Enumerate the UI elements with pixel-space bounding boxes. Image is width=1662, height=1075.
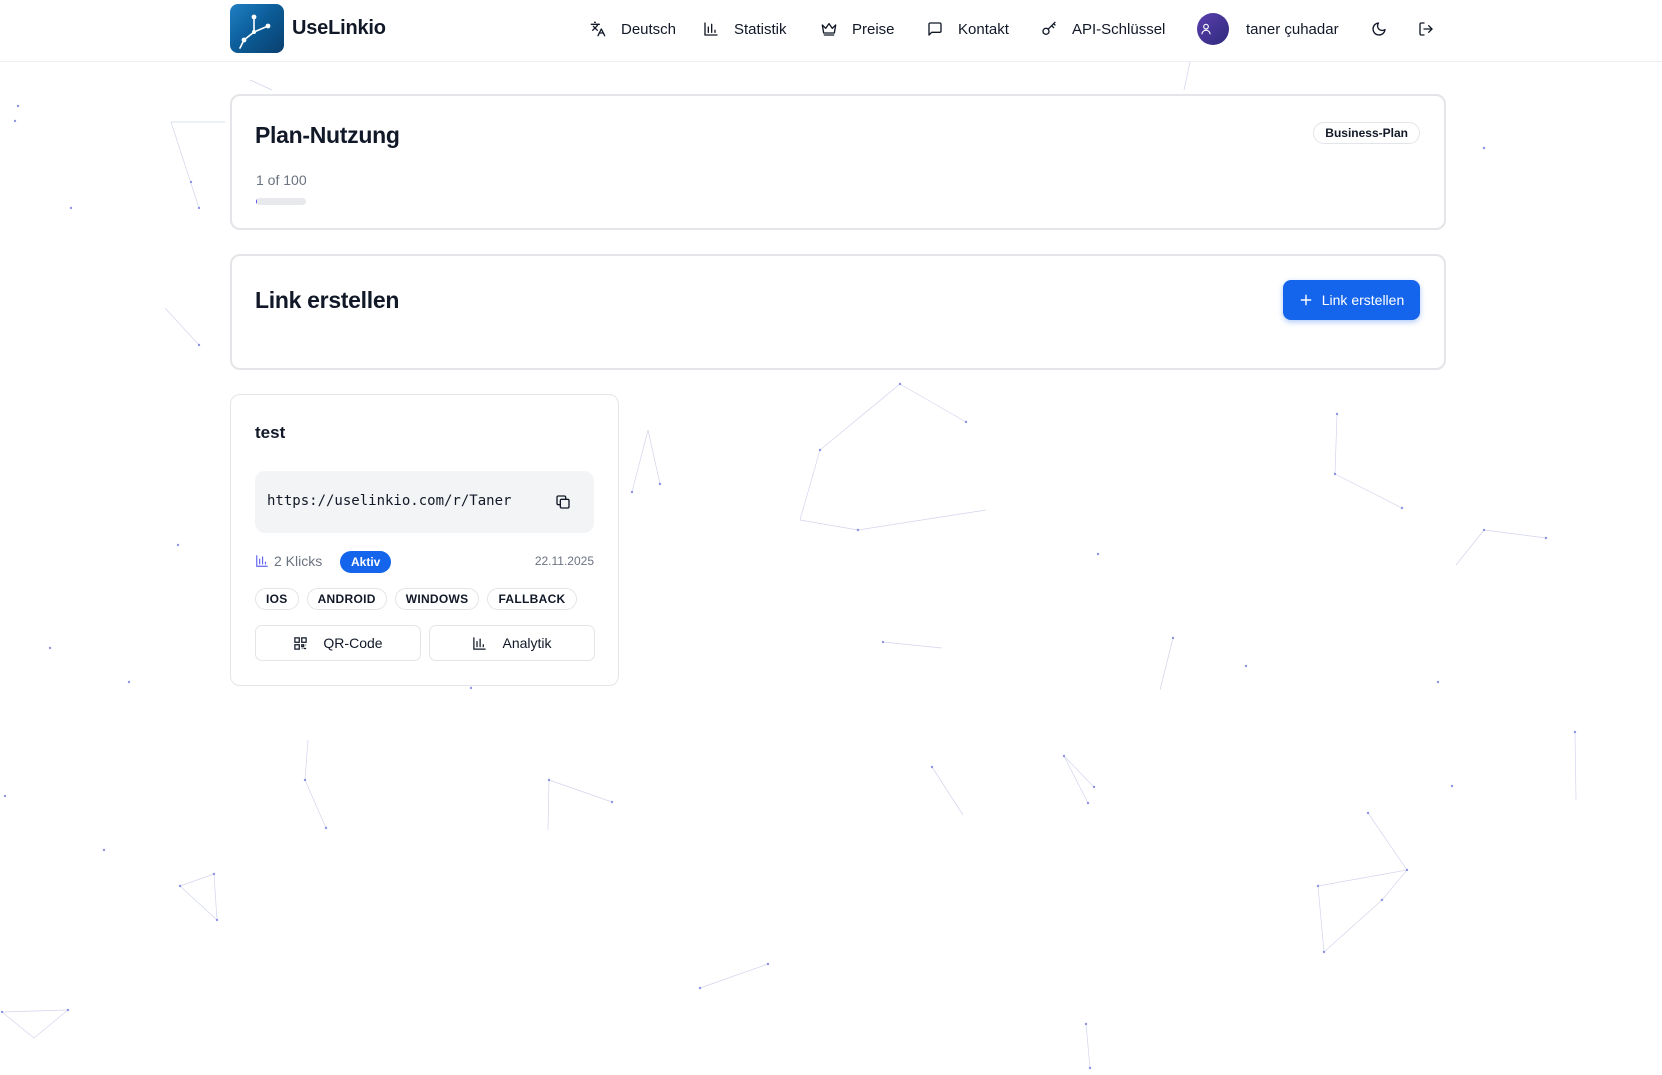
qr-code-button[interactable]: QR-Code [255,625,421,661]
usage-progress-fill [256,198,257,205]
link-meta-row: 2 Klicks Aktiv 22.11.2025 [255,550,594,574]
platform-tag-fallback: FALLBACK [487,588,577,610]
copy-icon [556,495,570,509]
analytics-button-label: Analytik [502,635,552,651]
link-name: test [255,423,286,442]
brand-name: UseLinkio [292,17,386,39]
nav-language[interactable]: Deutsch [590,0,676,58]
user-menu[interactable]: taner çuhadar [1197,0,1339,58]
qr-code-button-label: QR-Code [323,635,383,651]
created-date: 22.11.2025 [534,554,594,568]
platform-tag-ios: IOS [255,588,299,610]
brand-home-link[interactable]: UseLinkio [230,4,386,53]
logout-icon [1419,22,1433,36]
nav-statistics-label: Statistik [734,20,787,38]
nav-contact[interactable]: Kontakt [927,0,1009,58]
nav-contact-label: Kontakt [958,20,1009,38]
nav-pricing-label: Preise [852,20,895,38]
platform-tag-windows: WINDOWS [394,588,480,610]
copy-url-button[interactable] [552,491,574,513]
link-card: test https://uselinkio.com/r/Taner 2 Kli… [230,394,619,686]
top-navigation-bar: UseLinkio Deutsch Statistik Preise Konta… [0,0,1662,62]
user-name: taner çuhadar [1246,20,1339,38]
analytics-button[interactable]: Analytik [429,625,595,661]
plan-usage-card: Plan-Nutzung Business-Plan 1 of 100 [230,94,1446,230]
click-count: 2 Klicks [255,553,322,569]
avatar [1197,13,1229,45]
usage-progress-bar [256,198,306,205]
translate-icon [590,21,606,37]
user-icon [1200,23,1211,35]
nav-language-label: Deutsch [621,20,677,38]
nav-pricing[interactable]: Preise [821,0,895,58]
moon-icon [1372,22,1386,36]
click-count-label: 2 Klicks [274,553,323,569]
status-badge: Aktiv [340,551,392,573]
crown-icon [821,23,837,36]
plan-usage-title: Plan-Nutzung [255,122,400,148]
platform-tags: IOS ANDROID WINDOWS FALLBACK [255,588,585,610]
short-url[interactable]: https://uselinkio.com/r/Taner [267,493,511,509]
plan-badge: Business-Plan [1313,122,1420,144]
nav-statistics[interactable]: Statistik [703,0,787,58]
bar-chart-icon [256,555,268,567]
platform-tag-android: ANDROID [306,588,387,610]
bar-chart-icon [473,636,487,650]
create-link-button[interactable]: Link erstellen [1283,280,1420,320]
key-icon [1042,21,1056,35]
create-link-button-label: Link erstellen [1321,292,1405,308]
nav-api-keys[interactable]: API-Schlüssel [1041,0,1165,58]
message-icon [928,22,942,36]
uselinkio-logo [230,4,284,53]
short-url-box: https://uselinkio.com/r/Taner [255,471,594,533]
logout-button[interactable] [1414,17,1438,41]
create-link-card: Link erstellen Link erstellen [230,254,1446,370]
usage-count: 1 of 100 [256,172,307,188]
theme-toggle-button[interactable] [1367,17,1391,41]
plus-icon [1300,294,1312,306]
nav-api-keys-label: API-Schlüssel [1072,20,1166,38]
bar-chart-icon [704,22,718,36]
qr-code-icon [294,636,308,650]
create-link-title: Link erstellen [255,287,400,313]
link-actions: QR-Code Analytik [255,625,595,661]
